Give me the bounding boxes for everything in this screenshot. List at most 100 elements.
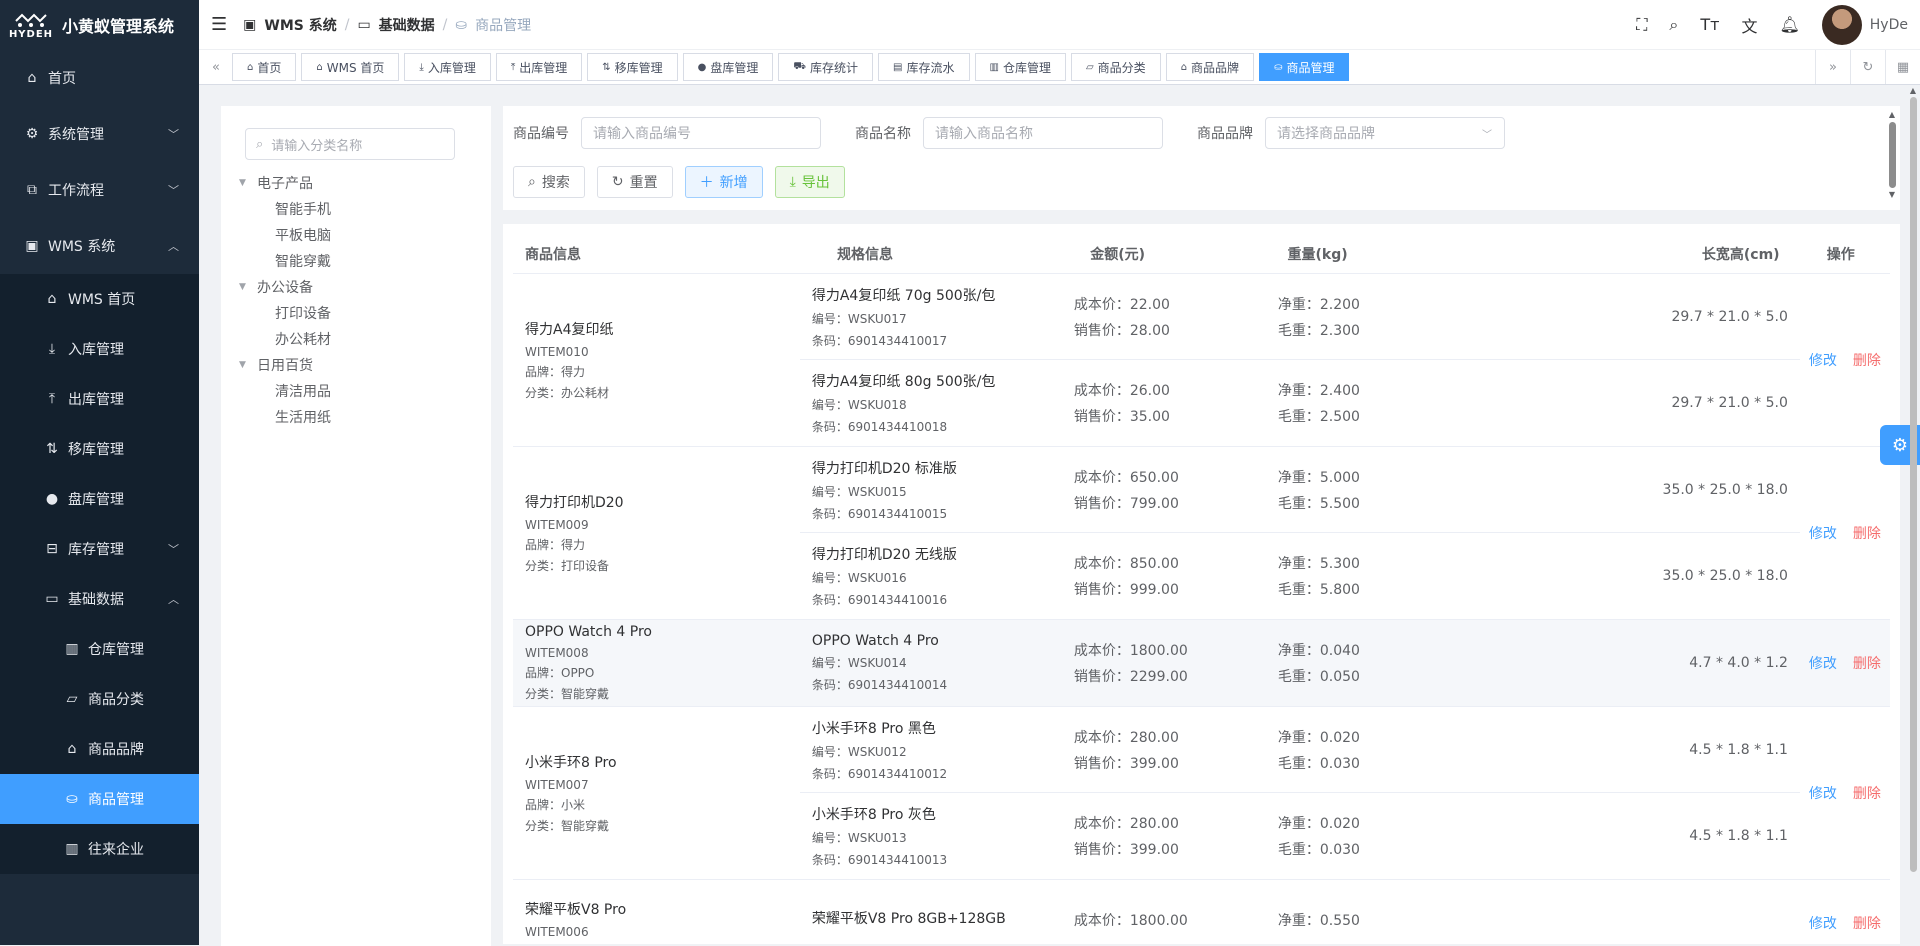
product-category: 分类：办公耗材	[525, 386, 610, 400]
sku-spec: 得力A4复印纸 70g 500张/包 编号：WSKU017 条码：6901434…	[800, 274, 1062, 359]
caret-down-icon[interactable]: ▼	[239, 178, 251, 188]
sidebar-item-warehouse[interactable]: ▥ 仓库管理	[0, 624, 199, 674]
tree-node[interactable]: 办公耗材	[239, 326, 491, 352]
gross-weight: 毛重：5.800	[1277, 582, 1360, 598]
tree-node[interactable]: 打印设备	[239, 300, 491, 326]
tag-warehouse[interactable]: ▥ 仓库管理	[974, 53, 1066, 81]
sku-price: 成本价：1800.00 销售价：2299.00	[1062, 620, 1266, 706]
scrollbar-thumb[interactable]	[1888, 122, 1896, 188]
caret-down-icon[interactable]: ▼	[239, 360, 251, 370]
sidebar-item-system[interactable]: ⚙ 系统管理 ﹀	[0, 106, 199, 162]
avatar[interactable]	[1821, 4, 1862, 45]
font-size-icon[interactable]: Tт	[1700, 15, 1719, 34]
add-button[interactable]: ＋ 新增	[684, 166, 763, 198]
tag-outbound[interactable]: ⤒ 出库管理	[495, 53, 583, 81]
tree-node[interactable]: 平板电脑	[239, 222, 491, 248]
tag-inbound[interactable]: ⤓ 入库管理	[404, 53, 491, 81]
tag-stock-flow[interactable]: ▤ 库存流水	[878, 53, 970, 81]
tag-stocktake[interactable]: ● 盘库管理	[682, 53, 774, 81]
tree-node[interactable]: 生活用纸	[239, 404, 491, 430]
sidebar-item-wms[interactable]: ▣ WMS 系统 ︿	[0, 218, 199, 274]
sidebar-item-outbound[interactable]: ⤒ 出库管理	[0, 374, 199, 424]
sidebar-item-workflow[interactable]: ⧉ 工作流程 ﹀	[0, 162, 199, 218]
search-scrollbar[interactable]: ▲ ▼	[1887, 110, 1897, 208]
tag-goods[interactable]: ⛀ 商品管理	[1259, 53, 1350, 81]
delete-link[interactable]: 删除	[1853, 350, 1881, 370]
reset-button[interactable]: ↻ 重置	[596, 166, 673, 198]
sidebar-item-partners[interactable]: ▥ 往来企业	[0, 824, 199, 874]
tree-node[interactable]: 智能穿戴	[239, 248, 491, 274]
grid-icon[interactable]: ▦	[1885, 50, 1920, 84]
net-weight: 净重：2.200	[1277, 296, 1360, 313]
breadcrumb-item[interactable]: WMS 系统	[264, 15, 336, 35]
product-code: WITEM008	[525, 646, 589, 660]
tree-node-label: 生活用纸	[275, 410, 331, 426]
edit-link[interactable]: 修改	[1809, 653, 1837, 673]
sidebar-item-inbound[interactable]: ⤓ 入库管理	[0, 324, 199, 374]
scroll-up-icon[interactable]: ▲	[1908, 86, 1918, 95]
sidebar-item-basedata[interactable]: ▭ 基础数据 ︿	[0, 574, 199, 624]
search-icon[interactable]: ⌕	[1669, 15, 1678, 35]
delete-link[interactable]: 删除	[1853, 913, 1881, 933]
sidebar-item-label: 商品品牌	[88, 742, 144, 758]
tree-node[interactable]: 清洁用品	[239, 378, 491, 404]
sidebar-item-inventory[interactable]: ⊟ 库存管理 ﹀	[0, 524, 199, 574]
dimensions-value: 4.5 * 1.8 * 1.1	[1689, 828, 1788, 844]
fullscreen-icon[interactable]: ⛶	[1636, 15, 1647, 35]
navbar: ☰ ▣ WMS 系统 / ▭ 基础数据 / ⛀ 商品管理 ⛶ ⌕ Tт 文 🔔︎…	[199, 0, 1920, 50]
sku-name: 小米手环8 Pro 灰色	[811, 807, 936, 823]
edit-link[interactable]: 修改	[1809, 350, 1837, 370]
category-search-input[interactable]: ⌕ 请输入分类名称	[245, 128, 455, 160]
search-button[interactable]: ⌕ 搜索	[513, 166, 585, 198]
sidebar-item-label: 往来企业	[88, 842, 144, 858]
edit-link[interactable]: 修改	[1809, 783, 1837, 803]
sale-price: 销售价：2299.00	[1073, 669, 1188, 685]
sidebar-item-category[interactable]: ▱ 商品分类	[0, 674, 199, 724]
sku-weight: 净重：5.300 毛重：5.800	[1266, 533, 1470, 619]
code-input[interactable]: 请输入商品编号	[581, 117, 821, 149]
tag-stock-stats[interactable]: ⛟ 库存统计	[778, 53, 874, 81]
name-input[interactable]: 请输入商品名称	[923, 117, 1163, 149]
delete-link[interactable]: 删除	[1853, 653, 1881, 673]
tree-node[interactable]: 智能手机	[239, 196, 491, 222]
tree-node[interactable]: ▼ 办公设备	[239, 274, 491, 300]
scroll-up-icon[interactable]: ▲	[1887, 110, 1897, 120]
net-weight: 净重：5.300	[1277, 556, 1360, 572]
hamburger-icon[interactable]: ☰	[211, 14, 227, 35]
gross-weight: 毛重：2.300	[1277, 322, 1360, 339]
sidebar-item-brand[interactable]: ⌂ 商品品牌	[0, 724, 199, 774]
edit-link[interactable]: 修改	[1809, 913, 1837, 933]
scrollbar-thumb[interactable]	[1909, 97, 1917, 872]
user-name[interactable]: HyDe	[1870, 17, 1908, 33]
tags-next-icon[interactable]: »	[1815, 50, 1850, 84]
refresh-icon[interactable]: ↻	[1850, 50, 1885, 84]
tree-node[interactable]: ▼ 电子产品	[239, 170, 491, 196]
tag-wms-home[interactable]: ⌂ WMS 首页	[301, 53, 400, 81]
tag-home[interactable]: ⌂ 首页	[232, 53, 297, 81]
tag-transfer[interactable]: ⇅ 移库管理	[587, 53, 678, 81]
tag-brand[interactable]: ⌂ 商品品牌	[1165, 53, 1255, 81]
sidebar-item-wms-home[interactable]: ⌂ WMS 首页	[0, 274, 199, 324]
sidebar-item-home[interactable]: ⌂ 首页	[0, 50, 199, 106]
brand-select[interactable]: 请选择商品品牌 ﹀	[1265, 117, 1505, 149]
breadcrumb-item[interactable]: 基础数据	[379, 15, 435, 35]
delete-link[interactable]: 删除	[1853, 783, 1881, 803]
tag-category[interactable]: ▱ 商品分类	[1070, 53, 1161, 81]
delete-link[interactable]: 删除	[1853, 523, 1881, 543]
caret-down-icon[interactable]: ▼	[239, 282, 251, 292]
sidebar-item-transfer[interactable]: ⇅ 移库管理	[0, 424, 199, 474]
page-scrollbar[interactable]: ▲	[1908, 86, 1918, 945]
edit-link[interactable]: 修改	[1809, 523, 1837, 543]
bell-icon[interactable]: 🔔︎	[1779, 15, 1799, 34]
sku-barcode: 条码：6901434410014	[811, 678, 948, 692]
sidebar-item-goods[interactable]: ⛀ 商品管理	[0, 774, 199, 824]
tags-bar: « ⌂ 首页 ⌂ WMS 首页 ⤓ 入库管理 ⤒ 出库管理 ⇅ 移库管理 ● 盘库管理 ⛟ 库…	[199, 50, 1920, 85]
scroll-down-icon[interactable]: ▼	[1887, 190, 1897, 200]
tree-node[interactable]: ▼ 日用百货	[239, 352, 491, 378]
transfer-icon: ⇅	[46, 441, 58, 457]
export-button[interactable]: ⤓ 导出	[774, 166, 845, 198]
product-brand: 品牌：OPPO	[525, 666, 595, 680]
tags-prev-icon[interactable]: «	[205, 60, 227, 75]
sidebar-item-stocktake[interactable]: ● 盘库管理	[0, 474, 199, 524]
translate-icon[interactable]: 文	[1741, 13, 1757, 37]
